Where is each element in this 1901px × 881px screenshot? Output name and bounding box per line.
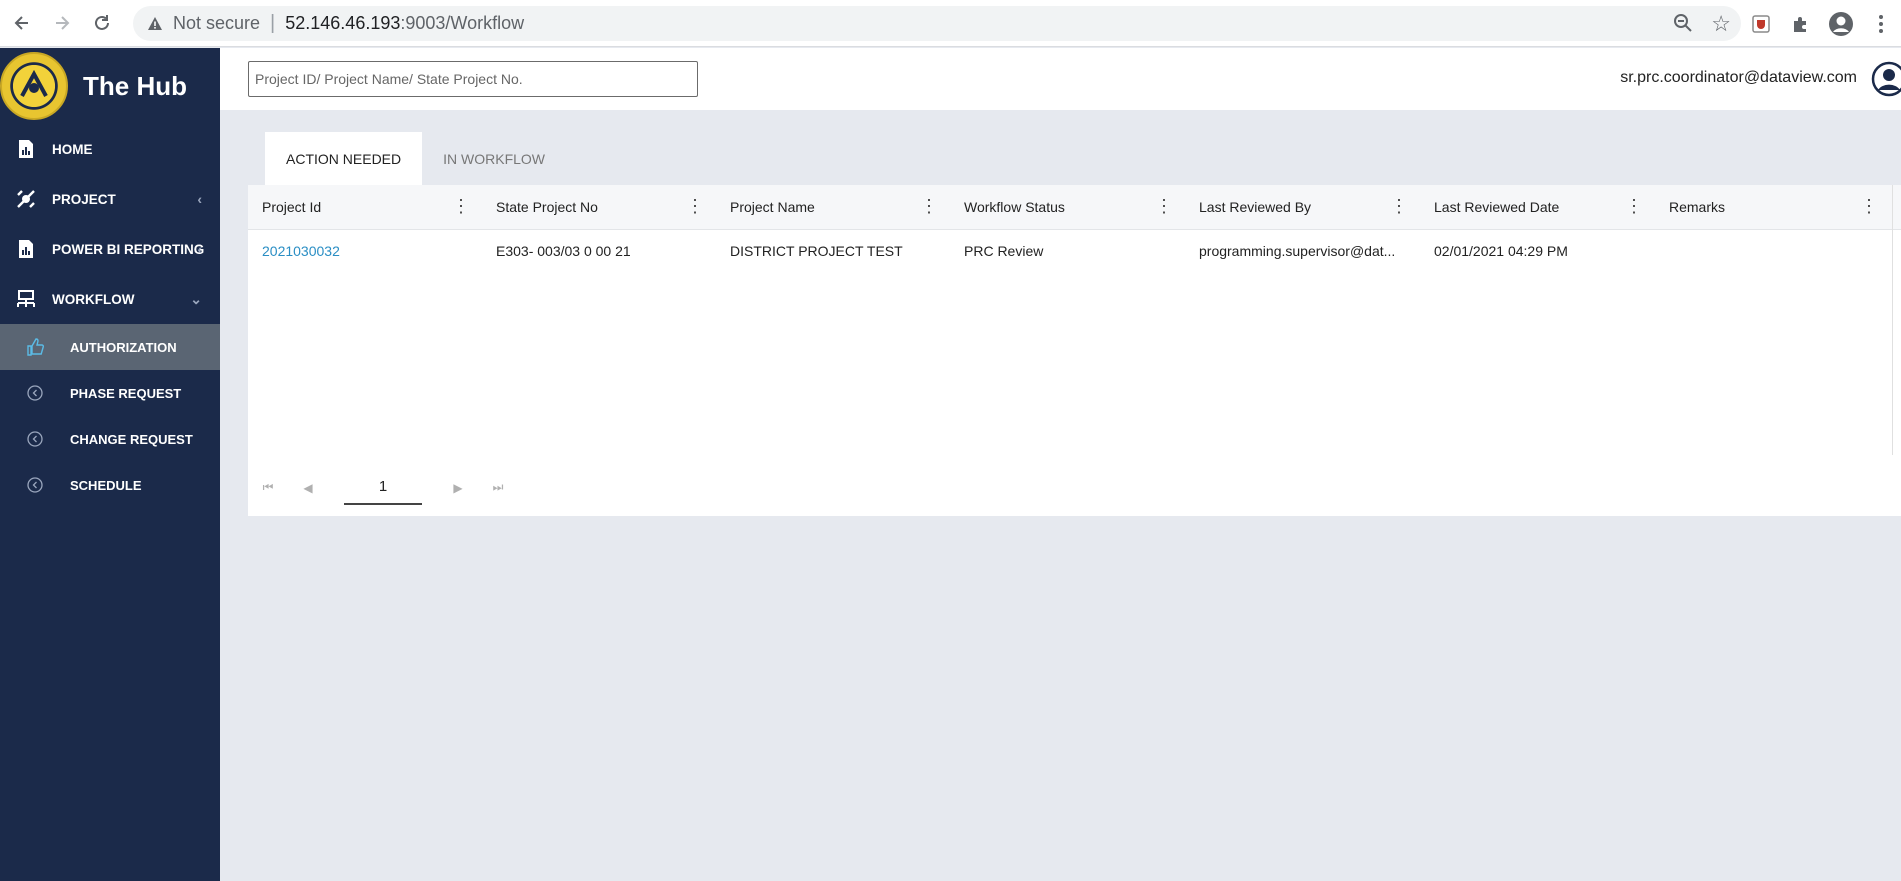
sidebar-item-label: POWER BI REPORTING [52, 241, 205, 257]
column-menu-icon[interactable]: ⋮ [1155, 197, 1173, 215]
table-cell: programming.supervisor@dat... [1199, 243, 1396, 259]
column-header[interactable]: State Project No ⋮ [482, 185, 716, 229]
column-title: Remarks [1669, 199, 1726, 215]
column-title: State Project No [496, 199, 598, 215]
first-page-icon[interactable]: ⏮ [248, 480, 288, 495]
table-cell: PRC Review [964, 243, 1044, 259]
column-menu-icon[interactable]: ⋮ [920, 197, 938, 215]
user-avatar-icon[interactable] [1871, 61, 1901, 102]
current-page[interactable]: 1 [344, 471, 422, 505]
table-cell: 02/01/2021 04:29 PM [1434, 243, 1568, 259]
chevron-down-icon: ⌄ [190, 291, 202, 307]
sidebar-nav: HOME PROJECT ‹ POWER BI REPORTING ‹ WORK… [0, 124, 220, 508]
sidebar-item-label: WORKFLOW [52, 291, 135, 307]
sidebar-subitem-phase-request[interactable]: PHASE REQUEST [0, 370, 220, 416]
column-title: Last Reviewed Date [1434, 199, 1560, 215]
column-menu-icon[interactable]: ⋮ [1390, 197, 1408, 215]
tab-in-workflow[interactable]: IN WORKFLOW [422, 132, 566, 185]
column-menu-icon[interactable]: ⋮ [1625, 197, 1643, 215]
extension-pocket-icon[interactable] [1741, 14, 1781, 34]
column-header[interactable]: Project Id ⋮ [248, 185, 482, 229]
sidebar-subitem-schedule[interactable]: SCHEDULE [0, 462, 220, 508]
back-arrow-icon[interactable] [2, 3, 42, 43]
user-email: sr.prc.coordinator@dataview.com [1620, 69, 1857, 86]
project-id-link[interactable]: 2021030032 [248, 230, 482, 272]
sidebar-subitem-label: AUTHORIZATION [70, 339, 177, 355]
next-page-icon[interactable]: ▶ [438, 481, 478, 495]
warning-icon [145, 16, 165, 32]
sidebar-subitem-label: PHASE REQUEST [70, 385, 182, 401]
grid-scrollbar[interactable] [1892, 185, 1893, 455]
app-title: The Hub [83, 70, 187, 101]
chevron-left-icon: ‹ [197, 241, 202, 257]
forward-arrow-icon[interactable] [42, 3, 82, 43]
reload-icon[interactable] [82, 3, 122, 43]
sidebar-item-workflow[interactable]: WORKFLOW ⌄ [0, 274, 220, 324]
top-header: sr.prc.coordinator@dataview.com [220, 48, 1901, 110]
table-cell: E303- 003/03 0 00 21 [496, 243, 631, 259]
workflow-grid: Project Id ⋮ State Project No ⋮ Project Na… [248, 185, 1901, 516]
pager: ⏮ ◀ 1 ▶ ⏭ [248, 460, 518, 515]
browser-menu-icon[interactable] [1861, 14, 1901, 34]
prev-page-icon[interactable]: ◀ [288, 481, 328, 495]
sidebar-item-project[interactable]: PROJECT ‹ [0, 174, 220, 224]
sidebar-item-power-bi-reporting[interactable]: POWER BI REPORTING ‹ [0, 224, 220, 274]
column-title: Last Reviewed By [1199, 199, 1312, 215]
sidebar-subitem-authorization[interactable]: AUTHORIZATION [0, 324, 220, 370]
sidebar: The Hub HOME PROJECT ‹ POWER BI REPORTIN… [0, 48, 220, 881]
circle-arrow-icon [0, 385, 70, 401]
url-host: 52.146.46.193 [285, 13, 401, 33]
column-header[interactable]: Project Name ⋮ [716, 185, 950, 229]
browser-toolbar: Not secure | 52.146.46.193:9003/Workflow… [0, 0, 1901, 47]
project-icon [0, 189, 52, 209]
sidebar-subitem-label: SCHEDULE [70, 477, 142, 493]
table-cell [1655, 230, 1890, 272]
column-header[interactable]: Remarks ⋮ [1655, 185, 1890, 229]
circle-arrow-icon [0, 477, 70, 493]
column-menu-icon[interactable]: ⋮ [686, 197, 704, 215]
chart-doc-icon [0, 239, 52, 259]
search-input[interactable] [248, 61, 698, 97]
tab-action-needed[interactable]: ACTION NEEDED [265, 132, 423, 185]
column-title: Project Id [262, 199, 322, 215]
report-icon [0, 139, 52, 159]
profile-icon[interactable] [1821, 11, 1861, 37]
workflow-tabs: ACTION NEEDED IN WORKFLOW [265, 132, 566, 185]
thumbs-up-icon [0, 338, 70, 356]
last-page-icon[interactable]: ⏭ [478, 480, 518, 495]
url-divider: | [270, 12, 276, 34]
bookmark-star-icon[interactable]: ☆ [1711, 11, 1731, 37]
brand[interactable]: The Hub [0, 48, 220, 124]
sidebar-subitem-change-request[interactable]: CHANGE REQUEST [0, 416, 220, 462]
table-row[interactable]: 2021030032 E303- 003/03 0 00 21 DISTRICT… [248, 230, 1901, 272]
column-menu-icon[interactable]: ⋮ [452, 197, 470, 215]
circle-arrow-icon [0, 431, 70, 447]
column-header[interactable]: Last Reviewed Date ⋮ [1420, 185, 1655, 229]
sidebar-item-label: HOME [52, 141, 93, 157]
column-title: Project Name [730, 199, 815, 215]
address-bar[interactable]: Not secure | 52.146.46.193:9003/Workflow… [133, 6, 1741, 41]
column-menu-icon[interactable]: ⋮ [1860, 197, 1878, 215]
logo [0, 52, 68, 120]
column-header[interactable]: Workflow Status ⋮ [950, 185, 1185, 229]
workflow-icon [0, 289, 52, 309]
url-path: :9003/Workflow [400, 13, 525, 33]
grid-header: Project Id ⋮ State Project No ⋮ Project Na… [248, 185, 1901, 230]
zoom-icon[interactable] [1673, 13, 1693, 38]
sidebar-item-label: PROJECT [52, 191, 116, 207]
chevron-left-icon: ‹ [197, 191, 202, 207]
extensions-puzzle-icon[interactable] [1781, 14, 1821, 34]
not-secure-label: Not secure [173, 13, 261, 33]
sidebar-subitem-label: CHANGE REQUEST [70, 431, 193, 447]
extensions-area [1741, 0, 1901, 47]
column-header[interactable]: Last Reviewed By ⋮ [1185, 185, 1420, 229]
sidebar-item-home[interactable]: HOME [0, 124, 220, 174]
table-cell: DISTRICT PROJECT TEST [730, 243, 903, 259]
column-title: Workflow Status [964, 199, 1065, 215]
